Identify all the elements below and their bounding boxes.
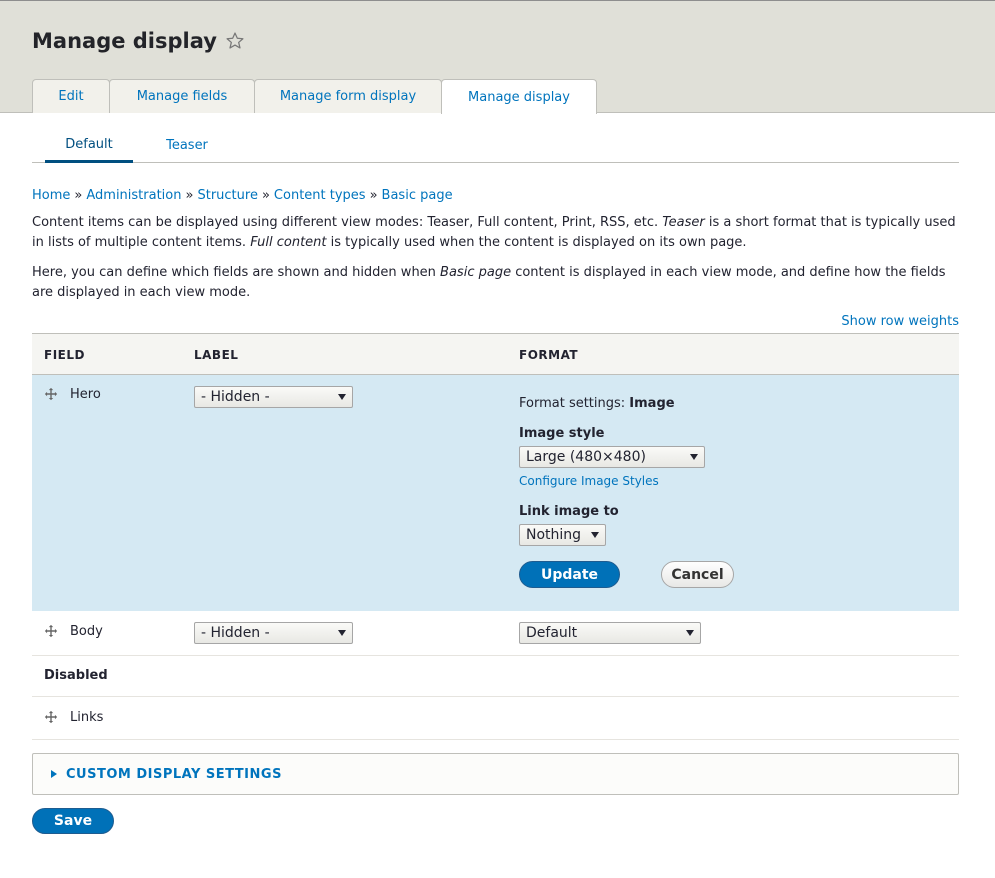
drag-handle-icon[interactable] xyxy=(44,710,58,724)
label-select[interactable]: - Hidden - xyxy=(194,386,353,408)
field-name: Links xyxy=(70,710,104,725)
cancel-button[interactable]: Cancel xyxy=(661,561,734,588)
image-style-select[interactable]: Large (480×480) xyxy=(519,446,705,468)
select-value: Default xyxy=(526,625,578,641)
button-label: Save xyxy=(53,813,93,829)
link-image-to-select[interactable]: Nothing xyxy=(519,524,606,546)
show-row-weights-link[interactable]: Show row weights xyxy=(841,314,959,329)
tab-label: Manage form display xyxy=(279,89,417,104)
page-title-wrapper: Manage display xyxy=(32,29,245,53)
fields-table: FIELD LABEL FORMAT Hero - Hidden - Forma… xyxy=(32,333,959,740)
tab-label: Manage display xyxy=(468,89,570,105)
description-paragraph-2: Here, you can define which fields are sh… xyxy=(32,263,962,303)
breadcrumb-basic-page-link[interactable]: Basic page xyxy=(382,188,453,203)
breadcrumb-structure-link[interactable]: Structure xyxy=(197,188,257,203)
desc-emphasis: Full content xyxy=(250,235,327,250)
breadcrumb-home-link[interactable]: Home xyxy=(32,188,70,203)
table-row-body: Body - Hidden - Default xyxy=(32,611,959,656)
tab-label: Edit xyxy=(58,89,84,104)
drag-handle-icon[interactable] xyxy=(44,624,58,638)
image-style-label: Image style xyxy=(519,426,605,441)
drag-handle-icon[interactable] xyxy=(44,387,58,401)
chevron-down-icon xyxy=(338,394,346,400)
tab-label: Teaser xyxy=(166,138,208,153)
tab-label: Manage fields xyxy=(136,89,228,104)
format-select[interactable]: Default xyxy=(519,622,701,644)
secondary-tabs: Default Teaser xyxy=(32,129,959,163)
region-title-disabled: Disabled xyxy=(44,668,108,683)
format-settings-summary: Format settings: Image xyxy=(519,396,675,411)
select-value: - Hidden - xyxy=(201,625,270,641)
breadcrumb-separator: » xyxy=(261,188,270,203)
chevron-down-icon xyxy=(338,630,346,636)
tab-default[interactable]: Default xyxy=(45,129,133,163)
region-disabled-row: Disabled xyxy=(32,656,959,697)
triangle-right-icon xyxy=(51,770,57,778)
table-row-links: Links xyxy=(32,697,959,740)
format-settings-prefix: Format settings: xyxy=(519,396,630,411)
chevron-down-icon xyxy=(591,532,599,538)
column-header-format: FORMAT xyxy=(519,348,579,362)
chevron-down-icon xyxy=(690,454,698,460)
select-value: Nothing xyxy=(526,527,582,543)
desc-text: is typically used when the content is di… xyxy=(326,235,747,250)
format-settings-value: Image xyxy=(629,396,675,411)
select-value: - Hidden - xyxy=(201,389,270,405)
column-header-field: FIELD xyxy=(44,348,85,362)
field-name: Body xyxy=(70,624,103,639)
breadcrumb-separator: » xyxy=(74,188,83,203)
tab-edit[interactable]: Edit xyxy=(32,79,110,113)
desc-text: Content items can be displayed using dif… xyxy=(32,215,663,230)
tab-manage-fields[interactable]: Manage fields xyxy=(109,79,255,113)
breadcrumb-separator: » xyxy=(369,188,378,203)
field-name: Hero xyxy=(70,387,101,402)
custom-display-settings-details[interactable]: CUSTOM DISPLAY SETTINGS xyxy=(32,753,959,795)
link-image-to-label: Link image to xyxy=(519,504,619,519)
chevron-down-icon xyxy=(686,630,694,636)
button-label: Cancel xyxy=(671,566,724,583)
page-title: Manage display xyxy=(32,29,217,53)
update-button[interactable]: Update xyxy=(519,561,620,588)
details-summary-label: CUSTOM DISPLAY SETTINGS xyxy=(66,766,282,782)
desc-emphasis: Teaser xyxy=(662,215,705,230)
tab-manage-display[interactable]: Manage display xyxy=(441,79,597,114)
configure-image-styles-link[interactable]: Configure Image Styles xyxy=(519,474,659,488)
breadcrumb-administration-link[interactable]: Administration xyxy=(86,188,181,203)
table-row-hero: Hero - Hidden - Format settings: Image I… xyxy=(32,375,959,611)
page-header-region: Manage display Edit Manage fields Manage… xyxy=(0,0,995,114)
primary-tabs: Edit Manage fields Manage form display M… xyxy=(32,79,597,114)
tab-label: Default xyxy=(65,137,113,152)
breadcrumb-content-types-link[interactable]: Content types xyxy=(274,188,366,203)
desc-emphasis: Basic page xyxy=(440,265,512,280)
tab-teaser[interactable]: Teaser xyxy=(137,129,237,162)
button-label: Update xyxy=(540,566,599,583)
label-select[interactable]: - Hidden - xyxy=(194,622,353,644)
select-value: Large (480×480) xyxy=(526,449,646,465)
tab-manage-form-display[interactable]: Manage form display xyxy=(254,79,442,113)
breadcrumb: Home» Administration» Structure» Content ty… xyxy=(32,188,453,203)
column-header-label: LABEL xyxy=(194,348,239,362)
description-paragraph-1: Content items can be displayed using dif… xyxy=(32,213,962,253)
table-header: FIELD LABEL FORMAT xyxy=(32,333,959,375)
breadcrumb-separator: » xyxy=(185,188,194,203)
star-shortcut-icon[interactable] xyxy=(225,31,245,51)
save-button[interactable]: Save xyxy=(32,808,114,834)
desc-text: Here, you can define which fields are sh… xyxy=(32,265,441,280)
